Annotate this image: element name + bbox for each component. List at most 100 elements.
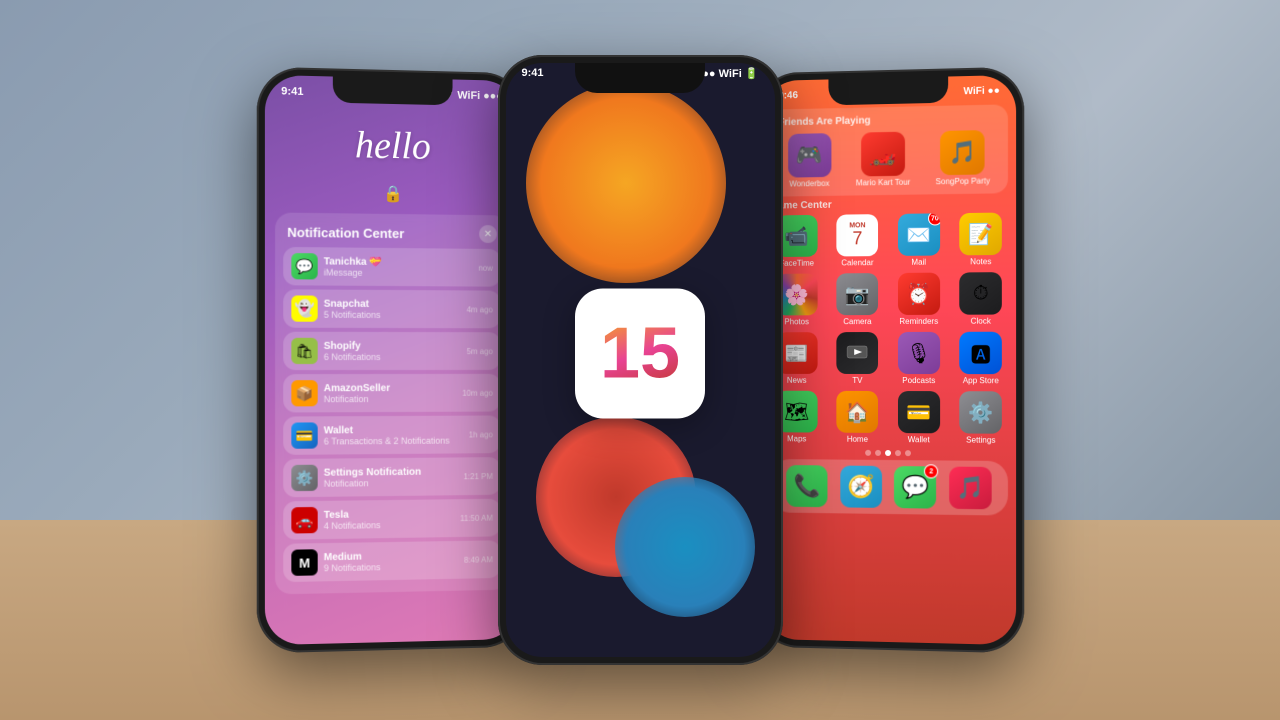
- dot-4[interactable]: [894, 450, 900, 456]
- appstore-label: App Store: [962, 376, 998, 385]
- imessage-icon: 💬: [291, 253, 317, 279]
- notification-center-panel[interactable]: Notification Center ✕ 💬 Tanichka 💝 iMess…: [275, 212, 508, 594]
- nc-item-wallet[interactable]: 💳 Wallet 6 Transactions & 2 Notification…: [283, 415, 500, 454]
- home-icon: 🏠: [836, 391, 878, 433]
- nc-item-snapchat[interactable]: 👻 Snapchat 5 Notifications 4m ago: [283, 289, 500, 328]
- calendar-label: Calendar: [841, 258, 873, 267]
- nc-item-imessage[interactable]: 💬 Tanichka 💝 iMessage now: [283, 247, 500, 287]
- home-label: Home: [846, 435, 867, 444]
- nc-item-medium-time: 8:49 AM: [464, 555, 493, 564]
- nc-item-wallet-content: Wallet 6 Transactions & 2 Notifications: [323, 424, 462, 446]
- messages-badge: 2: [924, 464, 938, 478]
- dot-3-active[interactable]: [885, 450, 891, 456]
- center-connectivity: ●●● WiFi 🔋: [696, 67, 759, 80]
- camera-label: Camera: [843, 317, 871, 326]
- left-notch: [332, 77, 452, 106]
- app-home[interactable]: 🏠 Home: [830, 391, 883, 444]
- nc-item-medium-subtitle: 9 Notifications: [323, 560, 457, 572]
- right-phone-screen: 9:46 WiFi ●● Friends Are Playing 🎮 Wonde…: [762, 75, 1015, 645]
- dock-phone[interactable]: 📞: [786, 465, 827, 507]
- tesla-icon: 🚗: [291, 507, 317, 534]
- nc-item-shopify-content: Shopify 6 Notifications: [323, 340, 460, 361]
- nc-item-amazon-time: 10m ago: [462, 388, 493, 397]
- amazon-icon: 📦: [291, 380, 317, 406]
- center-screen-bg: 9:41 ●●● WiFi 🔋 15: [506, 63, 775, 657]
- app-reminders[interactable]: ⏰ Reminders: [891, 273, 945, 326]
- calendar-icon: MON 7: [836, 214, 878, 256]
- nc-item-amazon-title: AmazonSeller: [323, 382, 456, 393]
- nc-item-tesla[interactable]: 🚗 Tesla 4 Notifications 11:50 AM: [283, 499, 500, 540]
- app-camera[interactable]: 📷 Camera: [830, 273, 883, 326]
- app-grid-row1: 📹 FaceTime MON 7 Calendar ✉️ 70: [762, 212, 1015, 268]
- nc-item-shopify[interactable]: 🛍 Shopify 6 Notifications 5m ago: [283, 332, 500, 370]
- phone-center: 9:41 ●●● WiFi 🔋 15: [498, 55, 783, 665]
- maps-label: Maps: [787, 434, 806, 443]
- phones-container: 9:41 ▲▼ WiFi ●●● hello 🔒 Notification Ce…: [0, 0, 1280, 720]
- photos-label: Photos: [784, 317, 808, 326]
- widget-app-wonderbox[interactable]: 🎮 Wonderbox: [787, 133, 830, 188]
- blob-blue: [615, 477, 755, 617]
- nc-item-settings-subtitle: Notification: [323, 477, 457, 488]
- mariokart-label: Mario Kart Tour: [855, 178, 909, 188]
- app-mail[interactable]: ✉️ 70 Mail: [891, 213, 945, 267]
- widget-app-mariokart[interactable]: 🏎️ Mario Kart Tour: [855, 132, 909, 188]
- nc-item-settings-time: 1:21 PM: [463, 472, 492, 481]
- nc-item-tesla-time: 11:50 AM: [460, 513, 493, 522]
- settings2-icon: ⚙️: [959, 391, 1002, 434]
- widget-app-songpop[interactable]: 🎵 SongPop Party: [935, 130, 989, 186]
- nc-item-imessage-subtitle: iMessage: [323, 267, 472, 278]
- nc-item-settings[interactable]: ⚙️ Settings Notification Notification 1:…: [283, 457, 500, 497]
- nc-title: Notification Center: [287, 224, 404, 240]
- app-clock[interactable]: ⏱ Clock: [953, 272, 1007, 326]
- friends-playing-widget[interactable]: Friends Are Playing 🎮 Wonderbox 🏎️ Mario…: [770, 104, 1007, 196]
- dock-messages[interactable]: 💬 2: [894, 466, 936, 509]
- app-calendar[interactable]: MON 7 Calendar: [830, 214, 883, 267]
- app-settings[interactable]: ⚙️ Settings: [953, 391, 1007, 445]
- dot-1[interactable]: [865, 450, 871, 456]
- wonderbox-icon: 🎮: [787, 133, 830, 177]
- snapchat-icon: 👻: [291, 295, 317, 321]
- dock-music[interactable]: 🎵: [948, 467, 991, 510]
- ios15-logo: 15: [575, 289, 705, 419]
- app-notes[interactable]: 📝 Notes: [953, 212, 1007, 266]
- app-appstore[interactable]: 🅰 App Store: [953, 332, 1007, 386]
- wallet2-label: Wallet: [907, 435, 929, 444]
- dot-5[interactable]: [904, 450, 910, 456]
- nc-item-snapchat-title: Snapchat: [323, 298, 460, 310]
- appstore-icon: 🅰: [959, 332, 1002, 374]
- shopify-icon: 🛍: [291, 338, 317, 364]
- notes-label: Notes: [970, 257, 991, 266]
- podcasts-label: Podcasts: [902, 376, 935, 385]
- settings2-label: Settings: [966, 436, 995, 445]
- nc-item-shopify-title: Shopify: [323, 340, 460, 351]
- reminders-icon: ⏰: [897, 273, 939, 315]
- nc-item-snapchat-subtitle: 5 Notifications: [323, 309, 460, 320]
- clock-icon: ⏱: [959, 272, 1002, 315]
- dot-2[interactable]: [875, 450, 881, 456]
- left-screen-bg: 9:41 ▲▼ WiFi ●●● hello 🔒 Notification Ce…: [264, 75, 517, 645]
- nc-item-amazon-subtitle: Notification: [323, 393, 456, 403]
- nc-item-snapchat-time: 4m ago: [466, 305, 492, 314]
- dock-safari[interactable]: 🧭: [840, 466, 882, 508]
- nc-item-wallet-time: 1h ago: [468, 430, 492, 439]
- center-notch: [575, 63, 705, 93]
- nc-item-shopify-subtitle: 6 Notifications: [323, 351, 460, 361]
- app-podcasts[interactable]: 🎙 Podcasts: [891, 332, 945, 385]
- nc-item-amazon[interactable]: 📦 AmazonSeller Notification 10m ago: [283, 374, 500, 413]
- nc-item-wallet-title: Wallet: [323, 424, 462, 436]
- nc-item-settings-content: Settings Notification Notification: [323, 466, 457, 488]
- nc-item-tesla-content: Tesla 4 Notifications: [323, 508, 454, 531]
- nc-item-shopify-time: 5m ago: [466, 347, 492, 356]
- app-wallet[interactable]: 💳 Wallet: [891, 391, 945, 444]
- nc-item-medium[interactable]: M Medium 9 Notifications 8:49 AM: [283, 540, 500, 582]
- nc-item-tesla-subtitle: 4 Notifications: [323, 519, 454, 531]
- nc-close-button[interactable]: ✕: [479, 225, 497, 243]
- ios15-number: 15: [600, 318, 680, 390]
- phone-left: 9:41 ▲▼ WiFi ●●● hello 🔒 Notification Ce…: [256, 67, 525, 654]
- nc-item-wallet-subtitle: 6 Transactions & 2 Notifications: [323, 435, 462, 446]
- nc-item-amazon-content: AmazonSeller Notification: [323, 382, 456, 403]
- app-tv[interactable]: TV: [830, 332, 883, 385]
- podcasts-icon: 🎙: [897, 332, 939, 374]
- songpop-label: SongPop Party: [935, 176, 989, 186]
- clock-label: Clock: [970, 317, 990, 326]
